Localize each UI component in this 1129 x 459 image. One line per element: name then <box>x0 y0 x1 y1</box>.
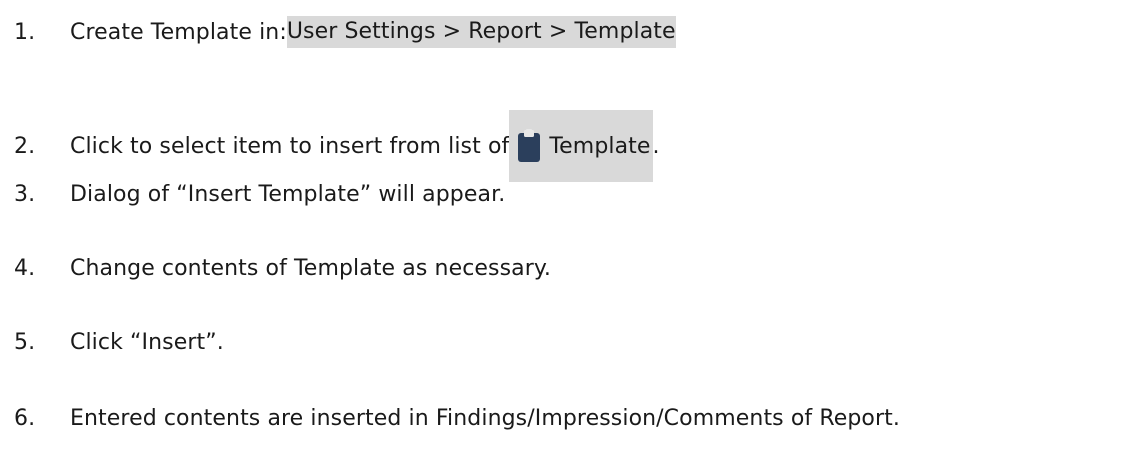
step-text: Click to select item to insert from list… <box>70 133 510 159</box>
step-6: 6. Entered contents are inserted in Find… <box>14 398 900 438</box>
clipboard-icon <box>509 110 549 182</box>
step-tail: . <box>652 133 660 159</box>
step-text: Click “Insert”. <box>70 329 224 355</box>
template-label: Template <box>549 133 651 159</box>
step-1: 1. Create Template in: User Settings > R… <box>14 12 676 52</box>
menu-path-highlight: User Settings > Report > Template <box>286 16 676 48</box>
step-number: 3. <box>14 181 36 207</box>
step-4: 4. Change contents of Template as necess… <box>14 248 551 288</box>
step-text: Change contents of Template as necessary… <box>70 255 551 281</box>
step-5: 5. Click “Insert”. <box>14 322 224 362</box>
step-text: Create Template in: <box>70 19 287 45</box>
step-3: 3. Dialog of “Insert Template” will appe… <box>14 174 505 214</box>
step-number: 6. <box>14 405 36 431</box>
step-number: 2. <box>14 133 36 159</box>
step-number: 5. <box>14 329 36 355</box>
step-number: 1. <box>14 19 36 45</box>
template-button-highlight: Template <box>509 110 653 182</box>
step-number: 4. <box>14 255 36 281</box>
step-text: Entered contents are inserted in Finding… <box>70 405 900 431</box>
instruction-list: 1. Create Template in: User Settings > R… <box>0 0 1129 459</box>
step-text: Dialog of “Insert Template” will appear. <box>70 181 506 207</box>
step-2: 2. Click to select item to insert from l… <box>14 110 660 182</box>
